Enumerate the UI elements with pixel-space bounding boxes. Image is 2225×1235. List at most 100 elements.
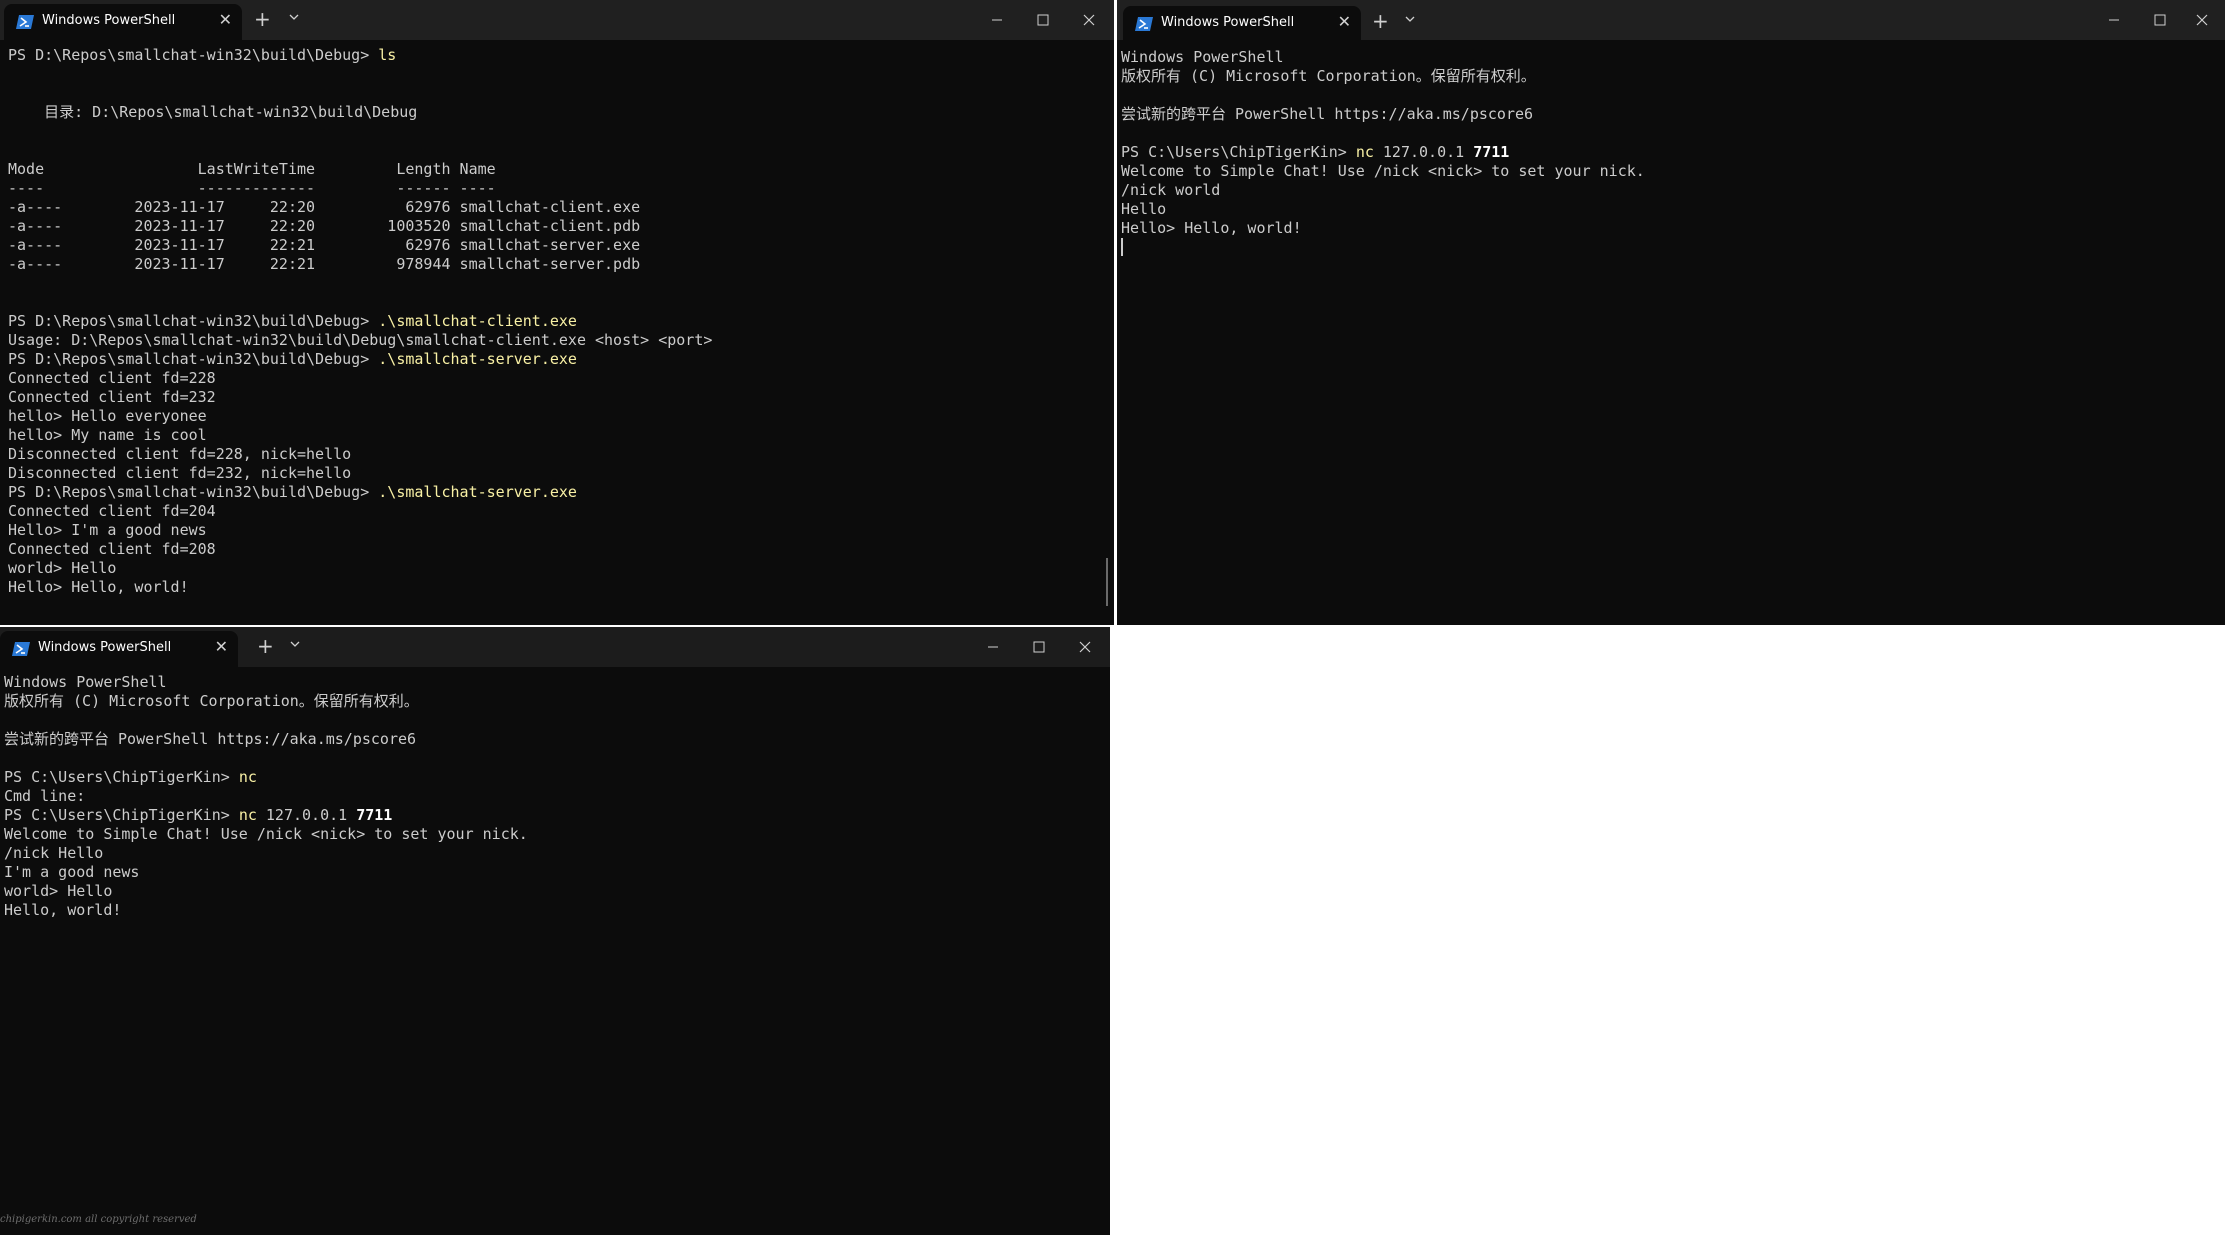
terminal-output[interactable]: Windows PowerShell 版权所有 (C) Microsoft Cor… [0,667,1110,1235]
maximize-button[interactable] [1020,0,1066,40]
command-text: nc [238,806,257,824]
terminal-line: Hello, world! [4,901,1110,920]
new-tab-button[interactable]: + [254,7,271,31]
terminal-line: Usage: D:\Repos\smallchat-win32\build\De… [8,331,1114,350]
terminal-line: -a---- 2023-11-17 22:21 62976 smallchat-… [8,236,1114,255]
terminal-line: -a---- 2023-11-17 22:21 978944 smallchat… [8,255,1114,274]
line-text: 尝试新的跨平台 PowerShell https://aka.ms/pscore… [1121,105,1534,123]
line-text: -a---- 2023-11-17 22:21 62976 smallchat-… [8,236,641,254]
close-window-button[interactable] [2179,0,2225,40]
line-text: Cmd line: [4,787,86,805]
terminal-line: Hello> Hello, world! [1121,219,2225,238]
terminal-line: Welcome to Simple Chat! Use /nick <nick>… [1121,162,2225,181]
title-bar[interactable]: Windows PowerShell ✕ + [0,627,1110,667]
line-text: -a---- 2023-11-17 22:21 978944 smallchat… [8,255,641,273]
line-text: ---- ------------- ------ ---- [8,179,496,197]
line-text: PS D:\Repos\smallchat-win32\build\Debug> [8,483,379,501]
terminal-line: Connected client fd=228 [8,369,1114,388]
minimize-button[interactable] [974,0,1020,40]
close-tab-icon[interactable]: ✕ [1338,12,1351,32]
prompt-line[interactable] [1121,238,2225,257]
line-text: world> Hello [8,559,117,577]
line-text: Usage: D:\Repos\smallchat-win32\build\De… [8,331,713,349]
tab-title: Windows PowerShell [38,640,172,655]
terminal-line: Disconnected client fd=228, nick=hello [8,445,1114,464]
terminal-line: PS D:\Repos\smallchat-win32\build\Debug>… [8,46,1114,65]
line-text: Connected client fd=228 [8,369,216,387]
line-text: Hello [1121,200,1167,218]
command-text: ls [378,46,397,64]
line-text: world> Hello [4,882,113,900]
close-window-button[interactable] [1066,0,1112,40]
chevron-down-icon[interactable] [289,12,299,22]
line-text: -a---- 2023-11-17 22:20 1003520 smallcha… [8,217,641,235]
tab-windows-powershell[interactable]: Windows PowerShell ✕ [4,4,242,40]
minimize-button[interactable] [2091,0,2137,40]
line-text: Connected client fd=208 [8,540,216,558]
terminal-output[interactable]: Windows PowerShell 版权所有 (C) Microsoft Cor… [1117,42,2225,625]
tab-title: Windows PowerShell [1161,15,1295,30]
line-text: 尝试新的跨平台 PowerShell https://aka.ms/pscore… [4,730,417,748]
title-bar[interactable]: Windows PowerShell ✕ + [1117,0,2225,42]
line-text: Hello> Hello, world! [8,578,189,596]
terminal-line: 尝试新的跨平台 PowerShell https://aka.ms/pscore… [4,730,1110,749]
tab-windows-powershell[interactable]: Windows PowerShell ✕ [1123,6,1361,42]
line-text: PS C:\Users\ChipTigerKin> [4,806,239,824]
terminal-window-server[interactable]: Windows PowerShell ✕ + PS D:\Repos\small… [0,0,1114,625]
maximize-icon [1033,641,1045,653]
terminal-line: ---- ------------- ------ ---- [8,179,1114,198]
line-text: Windows PowerShell [4,673,167,691]
terminal-line: 目录: D:\Repos\smallchat-win32\build\Debug [8,103,1114,122]
command-text: nc [238,768,257,786]
line-text: PS D:\Repos\smallchat-win32\build\Debug> [8,350,379,368]
line-text: /nick Hello [4,844,104,862]
close-window-button[interactable] [1062,627,1108,667]
maximize-icon [2154,14,2166,26]
chevron-down-icon[interactable] [290,639,300,649]
terminal-window-client-world[interactable]: Windows PowerShell ✕ + Windows PowerShel… [1117,0,2225,625]
line-text: PS C:\Users\ChipTigerKin> [4,768,239,786]
line-text: PS D:\Repos\smallchat-win32\build\Debug> [8,46,379,64]
scrollbar[interactable] [1106,558,1108,606]
close-tab-icon[interactable]: ✕ [219,10,232,30]
command-text: .\smallchat-client.exe [378,312,577,330]
line-text: hello> Hello everyonee [8,407,207,425]
terminal-line: -a---- 2023-11-17 22:20 1003520 smallcha… [8,217,1114,236]
terminal-line: Windows PowerShell [4,673,1110,692]
terminal-line: Mode LastWriteTime Length Name [8,160,1114,179]
line-text: hello> My name is cool [8,426,207,444]
maximize-button[interactable] [2137,0,2183,40]
terminal-line: Windows PowerShell [1121,48,2225,67]
terminal-output[interactable]: PS D:\Repos\smallchat-win32\build\Debug>… [0,40,1114,625]
terminal-line: Cmd line: [4,787,1110,806]
terminal-line: /nick Hello [4,844,1110,863]
maximize-button[interactable] [1016,627,1062,667]
minimize-button[interactable] [970,627,1016,667]
new-tab-button[interactable]: + [1372,9,1389,33]
terminal-line: PS C:\Users\ChipTigerKin> nc 127.0.0.1 7… [1121,143,2225,162]
line-text: Windows PowerShell [1121,48,1284,66]
tab-windows-powershell[interactable]: Windows PowerShell ✕ [0,631,238,667]
terminal-line: Hello> Hello, world! [8,578,1114,597]
line-text: Hello> Hello, world! [1121,219,1302,237]
new-tab-button[interactable]: + [257,634,274,658]
close-tab-icon[interactable]: ✕ [215,637,228,657]
terminal-line: PS C:\Users\ChipTigerKin> nc [4,768,1110,787]
terminal-window-client-hello[interactable]: Windows PowerShell ✕ + Windows PowerShel… [0,627,1110,1235]
title-bar[interactable]: Windows PowerShell ✕ + [0,0,1114,40]
chevron-down-icon[interactable] [1405,14,1415,24]
command-port: 7711 [1473,143,1510,161]
line-text: Connected client fd=232 [8,388,216,406]
line-text: PS C:\Users\ChipTigerKin> [1121,143,1356,161]
powershell-icon [1135,17,1153,31]
line-text: 目录: D:\Repos\smallchat-win32\build\Debug [8,103,418,121]
terminal-line: 尝试新的跨平台 PowerShell https://aka.ms/pscore… [1121,105,2225,124]
